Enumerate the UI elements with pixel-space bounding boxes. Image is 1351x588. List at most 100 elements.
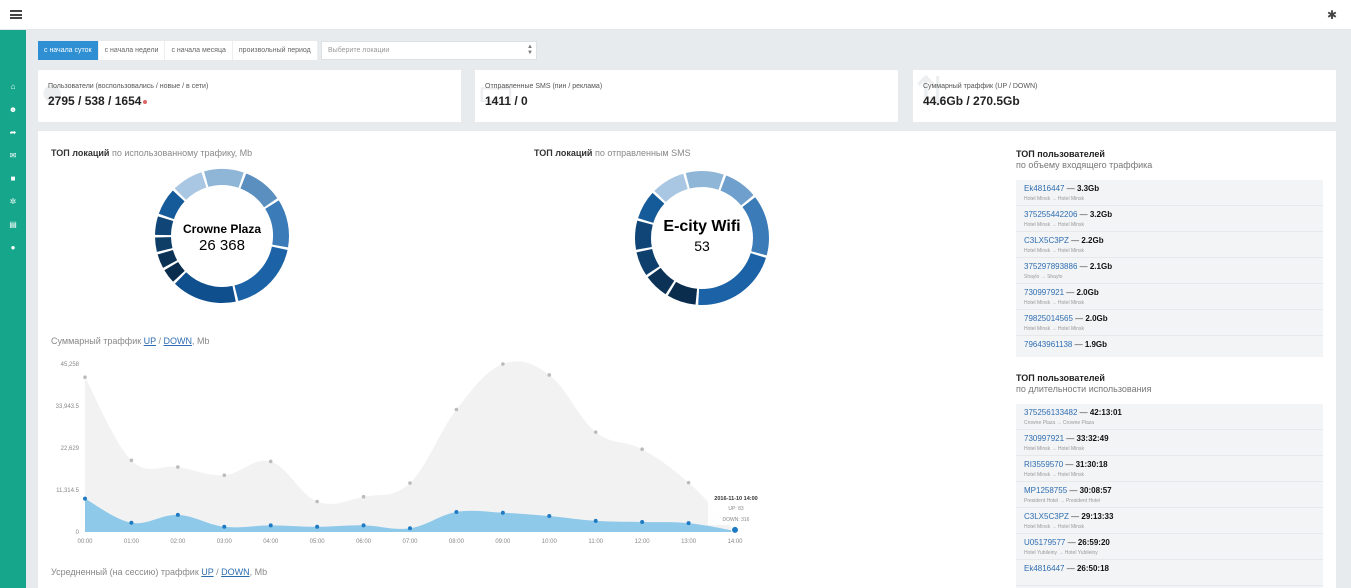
avg-toggle-up[interactable]: UP (201, 567, 213, 577)
user-link[interactable]: MP1258755 (1024, 486, 1067, 495)
list-item-main: 79825014565 — 2.0Gb (1024, 314, 1315, 323)
separator: — (1068, 236, 1082, 245)
point-down[interactable] (268, 459, 273, 464)
network-icon[interactable]: ✲ (0, 195, 26, 209)
user-link[interactable]: 375255442206 (1024, 210, 1077, 219)
document-icon[interactable]: ▤ (0, 218, 26, 232)
list-item: Ek4816447 — 3.3Gb Hotel Minsk → Hotel Min… (1016, 180, 1323, 206)
point-down[interactable] (408, 481, 412, 485)
user-link[interactable]: C3LX5C3PZ (1024, 236, 1069, 245)
point-up[interactable] (593, 518, 598, 523)
user-link[interactable]: 730997921 (1024, 288, 1064, 297)
filter-since-day[interactable]: с начала суток (38, 41, 99, 60)
point-up[interactable] (686, 521, 691, 526)
top-bar: ✱ (0, 0, 1351, 30)
filter-since-week[interactable]: с начала недели (99, 41, 166, 60)
user-link[interactable]: Ek4816447 (1024, 184, 1064, 193)
users-icon[interactable]: ☻ (0, 103, 26, 117)
point-down[interactable] (361, 494, 366, 499)
highlight-point[interactable] (731, 525, 739, 534)
chart-tooltip: 2016-11-10 14:00 UP: 83 DOWN: 316 (708, 493, 760, 525)
list-item: 79825014565 — 2.0Gb Hotel Minsk → Hotel M… (1016, 310, 1323, 336)
users-card-value: 2795 / 538 / 1654 (48, 94, 148, 108)
users-card-number: 2795 / 538 / 1654 (48, 94, 142, 108)
hamburger-icon[interactable] (10, 10, 22, 19)
point-down[interactable] (547, 373, 552, 377)
user-link[interactable]: Ek4816447 (1024, 564, 1064, 573)
separator: — (1063, 460, 1076, 469)
location-select[interactable]: Выберите локации ▲ ▼ (321, 41, 537, 60)
point-down[interactable] (83, 375, 87, 380)
user-link[interactable]: RI3559570 (1024, 460, 1063, 469)
user-location: Hotel Minsk → Hotel Minsk (1024, 248, 1085, 254)
point-down[interactable] (640, 447, 644, 452)
info-icon[interactable]: ● (0, 241, 26, 255)
avg-chart-title: Усредненный (на сессию) траффик UP / DOW… (51, 567, 267, 577)
filter-custom-period[interactable]: произвольный период (233, 41, 318, 60)
point-down[interactable] (454, 407, 459, 412)
user-link[interactable]: 375256133482 (1024, 408, 1077, 417)
separator: — (1064, 288, 1077, 297)
separator: — (1077, 210, 1090, 219)
list-item-main: 375256133482 — 42:13:01 (1024, 408, 1315, 417)
avg-toggle-down[interactable]: DOWN (221, 567, 250, 577)
y-tick-label: 0 (76, 530, 80, 536)
user-location: Hotel Yubileiny → Hotel Yubileiny (1024, 550, 1098, 556)
point-up[interactable] (222, 524, 227, 529)
user-link[interactable]: C3LX5C3PZ (1024, 512, 1069, 521)
user-link[interactable]: 79825014565 (1024, 314, 1073, 323)
point-up[interactable] (500, 510, 505, 515)
filter-since-month[interactable]: с начала месяца (165, 41, 233, 60)
avg-chart-title-sep: / (213, 567, 222, 577)
point-down[interactable] (222, 473, 227, 478)
user-link[interactable]: 730997921 (1024, 434, 1064, 443)
gear-icon[interactable]: ✱ (1327, 8, 1337, 22)
point-up[interactable] (547, 514, 552, 519)
point-down[interactable] (686, 480, 691, 485)
point-up[interactable] (268, 523, 273, 528)
user-value: 2.0Gb (1076, 288, 1099, 297)
avg-chart-title-suffix: , Mb (249, 567, 268, 577)
top-traffic-list: Ek4816447 — 3.3Gb Hotel Minsk → Hotel Min… (1016, 180, 1323, 357)
mail-icon[interactable]: ✉ (0, 149, 26, 163)
share-icon[interactable]: ➦ (0, 126, 26, 140)
x-tick-label: 08:00 (449, 539, 465, 545)
user-value: 2.2Gb (1081, 236, 1104, 245)
point-down[interactable] (593, 430, 598, 434)
point-up[interactable] (129, 520, 134, 525)
user-value: 30:08:57 (1079, 486, 1112, 495)
point-up[interactable] (361, 523, 366, 528)
lock-icon[interactable]: ■ (0, 172, 26, 186)
point-down[interactable] (315, 499, 319, 504)
users-card-label: Пользователи (воспользовались / новые / … (48, 83, 209, 90)
home-icon[interactable]: ⌂ (0, 80, 26, 94)
x-tick-label: 01:00 (124, 539, 140, 545)
list-item: 730997921 — 2.0Gb Hotel Minsk → Hotel Min… (1016, 284, 1323, 310)
point-up[interactable] (408, 526, 412, 531)
point-up[interactable] (454, 509, 459, 514)
point-down[interactable] (501, 362, 505, 366)
user-link[interactable]: 375297893886 (1024, 262, 1077, 271)
point-up[interactable] (175, 512, 180, 517)
list-item: C3LX5C3PZ — 29:13:33 Hotel Minsk → Hotel … (1016, 508, 1323, 534)
list-item: 375297893886 — 2.1Gb Shaylo → Shaylo (1016, 258, 1323, 284)
user-value: 2.0Gb (1085, 314, 1108, 323)
user-link[interactable]: 79643961138 (1024, 340, 1072, 349)
traffic-card-label: Суммарный траффик (UP / DOWN) (923, 83, 1038, 90)
user-location: Hotel Minsk → Hotel Minsk (1024, 326, 1085, 332)
user-link[interactable]: U05179577 (1024, 538, 1065, 547)
y-tick-label: 33,943.5 (56, 404, 80, 410)
point-up[interactable] (640, 519, 645, 524)
top-duration-subtitle: по длительности использования (1016, 384, 1152, 394)
point-down[interactable] (129, 458, 134, 463)
point-up[interactable] (83, 496, 87, 501)
location-select-placeholder: Выберите локации (328, 47, 390, 54)
list-item: Ek4816447 — 26:50:18 (1016, 560, 1323, 586)
x-tick-label: 07:00 (402, 539, 418, 545)
point-up[interactable] (315, 524, 320, 529)
point-down[interactable] (176, 465, 180, 469)
user-location: Hotel Minsk → Hotel Minsk (1024, 472, 1085, 478)
separator: — (1064, 434, 1077, 443)
list-item-main: Ek4816447 — 26:50:18 (1024, 564, 1315, 573)
separator: — (1077, 262, 1090, 271)
